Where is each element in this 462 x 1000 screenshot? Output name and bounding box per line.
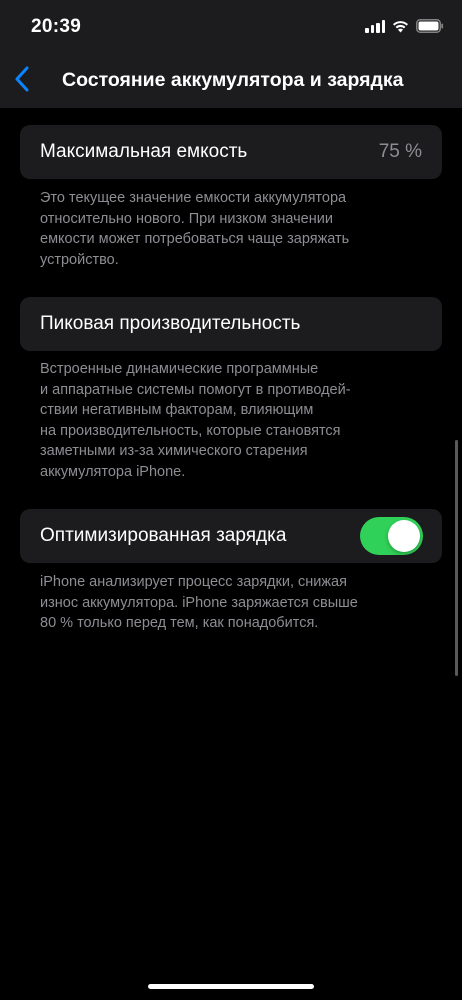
toggle-knob [388,520,420,552]
max-capacity-row: Максимальная емкость 75 % [20,125,442,179]
status-time: 20:39 [31,16,82,37]
battery-icon [416,19,444,33]
home-indicator[interactable] [148,984,314,989]
wifi-icon [392,20,409,33]
page-title: Состояние аккумулятора и зарядка [62,69,404,91]
max-capacity-footnote: Это текущее значение емкости аккумулятор… [40,190,350,268]
peak-performance-row: Пиковая производительность [20,297,442,351]
peak-performance-label: Пиковая производительность [40,313,301,334]
peak-performance-footnote: Встроенные динамические программные и ап… [40,361,351,480]
optimized-charging-footnote: iPhone анализирует процесс зарядки, сниж… [40,574,358,631]
scroll-indicator[interactable] [455,440,458,676]
optimized-charging-toggle[interactable] [360,517,423,555]
status-icons [365,19,444,33]
max-capacity-value: 75 % [378,141,422,162]
optimized-charging-label: Оптимизированная зарядка [40,525,287,546]
max-capacity-label: Максимальная емкость [40,141,248,162]
signal-icon [365,20,385,33]
optimized-charging-row: Оптимизированная зарядка [20,509,442,563]
back-button[interactable] [8,64,36,98]
chevron-left-icon [14,66,30,97]
